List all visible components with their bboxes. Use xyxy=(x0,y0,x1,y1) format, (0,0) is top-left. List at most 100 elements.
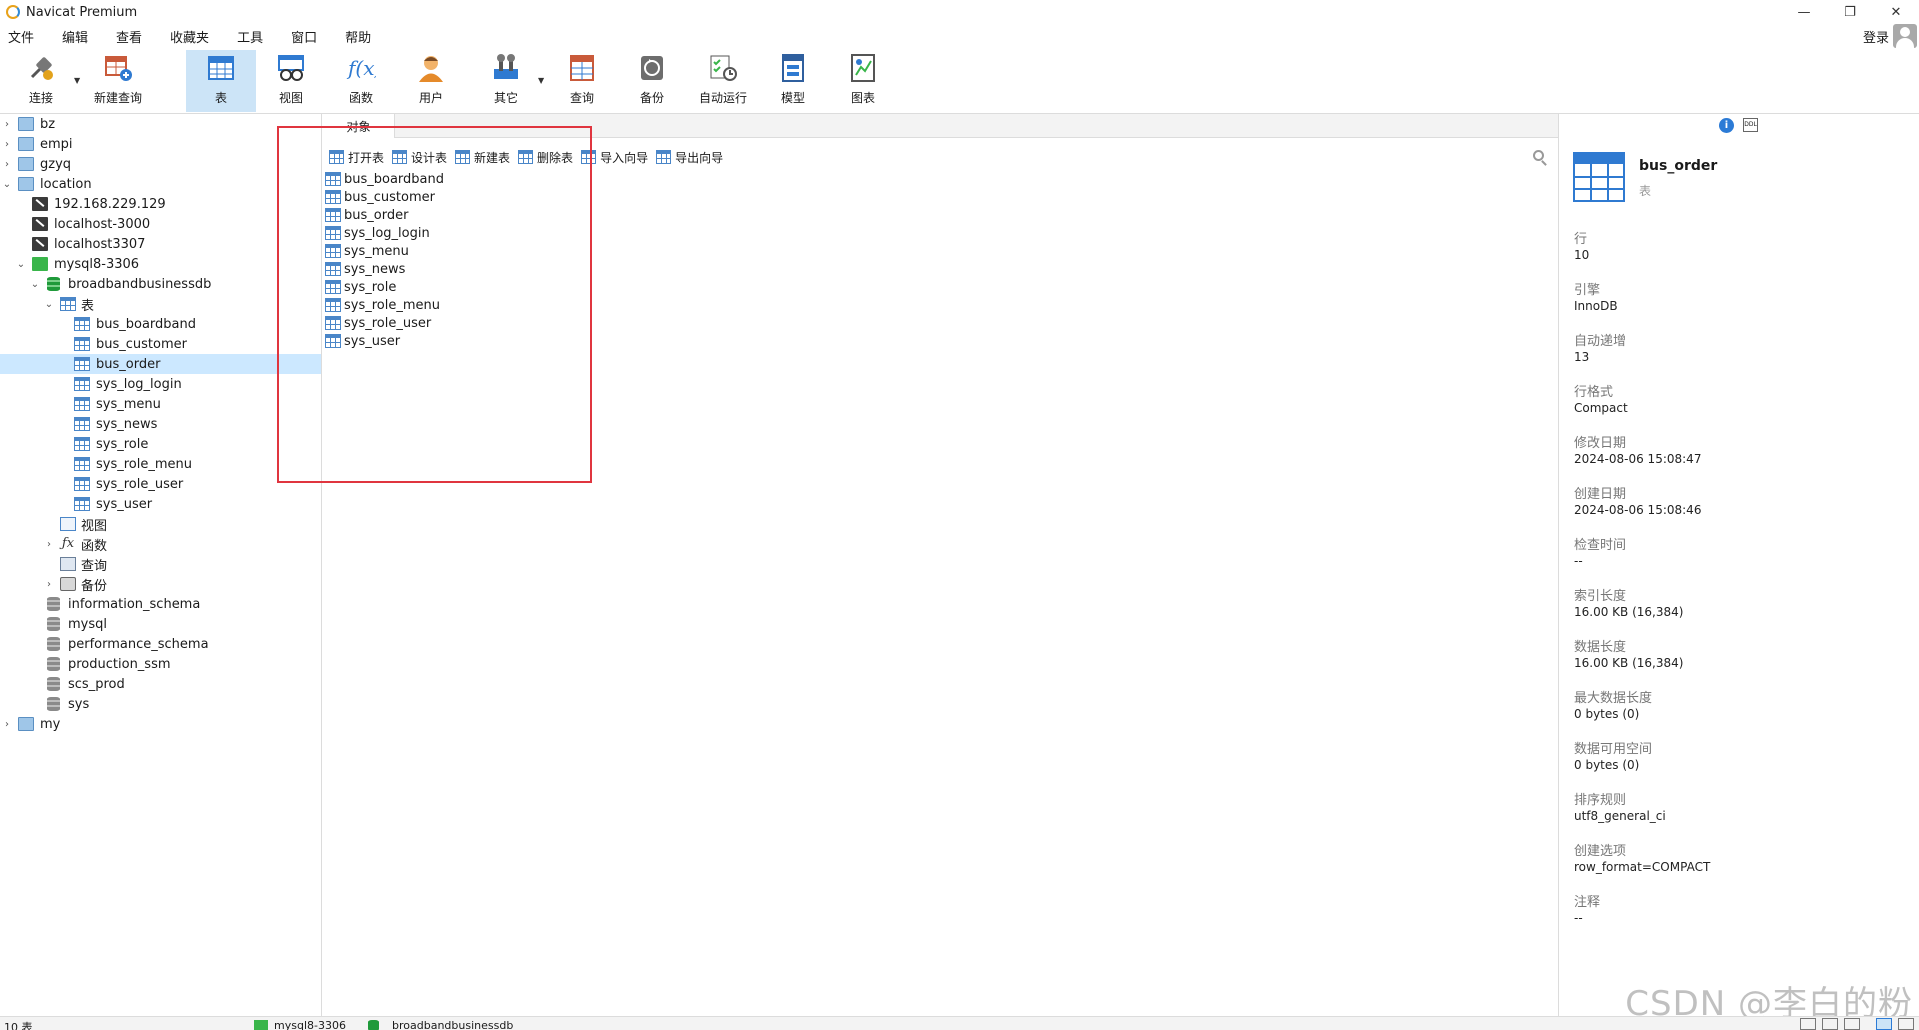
new-table-button[interactable]: 新建表 xyxy=(455,149,510,166)
tree-item-database[interactable]: information_schema xyxy=(0,594,321,614)
tree-item-connection[interactable]: localhost3307 xyxy=(0,234,321,254)
other-dropdown-icon[interactable]: ▼ xyxy=(538,76,544,85)
close-button[interactable]: ✕ xyxy=(1873,0,1919,24)
table-icon xyxy=(74,357,90,371)
tree-item-database[interactable]: sys xyxy=(0,694,321,714)
connection-status-icon xyxy=(254,1020,268,1030)
tree-table-item[interactable]: sys_role_menu xyxy=(0,454,321,474)
collapse-arrow-icon[interactable]: ⌄ xyxy=(2,179,12,190)
chart-button[interactable]: 图表 xyxy=(838,50,888,112)
menu-favorites[interactable]: 收藏夹 xyxy=(162,27,221,46)
restore-button[interactable]: ❐ xyxy=(1827,0,1873,24)
tree-table-item[interactable]: sys_menu xyxy=(0,394,321,414)
expand-arrow-icon[interactable]: › xyxy=(2,719,12,730)
tree-item-bz[interactable]: › bz xyxy=(0,114,321,134)
search-icon[interactable] xyxy=(1533,150,1544,161)
tree-item-mysql8[interactable]: ⌄ mysql8-3306 xyxy=(0,254,321,274)
object-table-item[interactable]: sys_role_user xyxy=(323,314,431,332)
tree-item-database[interactable]: ⌄ broadbandbusinessdb xyxy=(0,274,321,294)
tree-table-item-selected[interactable]: bus_order xyxy=(0,354,321,374)
object-table-item[interactable]: bus_customer xyxy=(323,188,435,206)
expand-arrow-icon[interactable]: › xyxy=(2,139,12,150)
tree-item-backups-group[interactable]: › 备份 xyxy=(0,574,321,594)
tree-item-database[interactable]: performance_schema xyxy=(0,634,321,654)
menu-edit[interactable]: 编辑 xyxy=(54,27,100,46)
expand-arrow-icon[interactable]: › xyxy=(2,119,12,130)
tree-table-item[interactable]: sys_role xyxy=(0,434,321,454)
query-button[interactable]: 查询 xyxy=(556,50,608,112)
tree-table-item[interactable]: sys_news xyxy=(0,414,321,434)
tree-item-database[interactable]: scs_prod xyxy=(0,674,321,694)
collapse-arrow-icon[interactable]: ⌄ xyxy=(30,279,40,290)
object-table-item[interactable]: sys_menu xyxy=(323,242,409,260)
model-button[interactable]: 模型 xyxy=(768,50,818,112)
object-table-item[interactable]: sys_role xyxy=(323,278,396,296)
open-table-button[interactable]: 打开表 xyxy=(329,149,384,166)
design-table-button[interactable]: 设计表 xyxy=(392,149,447,166)
er-view-icon[interactable] xyxy=(1844,1018,1860,1030)
menu-tools[interactable]: 工具 xyxy=(229,27,275,46)
tree-table-item[interactable]: bus_boardband xyxy=(0,314,321,334)
expand-arrow-icon[interactable]: › xyxy=(44,579,54,590)
collapse-arrow-icon[interactable]: ⌄ xyxy=(16,259,26,270)
connect-button[interactable]: 连接 xyxy=(18,50,64,112)
tree-item-views-group[interactable]: 视图 xyxy=(0,514,321,534)
connect-dropdown-icon[interactable]: ▼ xyxy=(74,76,80,85)
object-table-item[interactable]: bus_boardband xyxy=(323,170,444,188)
tree-item-queries-group[interactable]: 查询 xyxy=(0,554,321,574)
tree-item-tables-group[interactable]: ⌄ 表 xyxy=(0,294,321,314)
object-table-item[interactable]: sys_news xyxy=(323,260,405,278)
minimize-button[interactable]: — xyxy=(1781,0,1827,24)
info-pane-toggle-icon[interactable] xyxy=(1876,1018,1892,1030)
new-query-button[interactable]: 新建查询 xyxy=(88,50,148,112)
menu-help[interactable]: 帮助 xyxy=(337,27,383,46)
object-table-item[interactable]: sys_user xyxy=(323,332,400,350)
info-field-engine: 引擎 InnoDB xyxy=(1574,283,1618,313)
tree-item-connection[interactable]: 192.168.229.129 xyxy=(0,194,321,214)
menu-bar: 文件 编辑 查看 收藏夹 工具 窗口 帮助 xyxy=(0,24,1919,48)
delete-table-button[interactable]: 删除表 xyxy=(518,149,573,166)
preview-pane-toggle-icon[interactable] xyxy=(1898,1018,1914,1030)
list-view-icon[interactable] xyxy=(1800,1018,1816,1030)
import-wizard-button[interactable]: 导入向导 xyxy=(581,149,648,166)
expand-arrow-icon[interactable]: › xyxy=(44,539,54,550)
table-icon xyxy=(325,226,341,240)
export-wizard-button[interactable]: 导出向导 xyxy=(656,149,723,166)
detail-view-icon[interactable] xyxy=(1822,1018,1838,1030)
user-avatar-icon[interactable] xyxy=(1893,24,1917,48)
tree-item-database[interactable]: mysql xyxy=(0,614,321,634)
tree-item-my[interactable]: › my xyxy=(0,714,321,734)
tree-table-item[interactable]: sys_user xyxy=(0,494,321,514)
object-table-item[interactable]: sys_log_login xyxy=(323,224,430,242)
autorun-button[interactable]: 自动运行 xyxy=(692,50,754,112)
object-table-item[interactable]: sys_role_menu xyxy=(323,296,440,314)
view-button[interactable]: 视图 xyxy=(264,50,318,112)
info-icon[interactable]: i xyxy=(1719,118,1734,133)
collapse-arrow-icon[interactable]: ⌄ xyxy=(44,299,54,310)
tree-table-item[interactable]: sys_log_login xyxy=(0,374,321,394)
login-link[interactable]: 登录 xyxy=(1863,27,1889,46)
menu-window[interactable]: 窗口 xyxy=(283,27,329,46)
ddl-icon[interactable]: DDL xyxy=(1743,118,1758,132)
tree-table-item[interactable]: sys_role_user xyxy=(0,474,321,494)
tree-item-connection[interactable]: localhost-3000 xyxy=(0,214,321,234)
tree-item-empi[interactable]: › empi xyxy=(0,134,321,154)
user-button[interactable]: 用户 xyxy=(406,50,456,112)
backup-button[interactable]: 备份 xyxy=(626,50,678,112)
tree-item-location[interactable]: ⌄ location xyxy=(0,174,321,194)
tree-item-database[interactable]: production_ssm xyxy=(0,654,321,674)
expand-arrow-icon[interactable]: › xyxy=(2,159,12,170)
function-button[interactable]: f(x) 函数 xyxy=(336,50,386,112)
menu-view[interactable]: 查看 xyxy=(108,27,154,46)
navicat-logo-icon xyxy=(6,5,20,19)
tree-item-functions-group[interactable]: › ƒx 函数 xyxy=(0,534,321,554)
table-icon xyxy=(74,477,90,491)
tree-table-item[interactable]: bus_customer xyxy=(0,334,321,354)
tree-item-gzyq[interactable]: › gzyq xyxy=(0,154,321,174)
database-status-icon xyxy=(368,1020,379,1030)
other-button[interactable]: 其它 xyxy=(480,50,532,112)
object-table-item[interactable]: bus_order xyxy=(323,206,408,224)
menu-file[interactable]: 文件 xyxy=(0,27,46,46)
tab-objects[interactable]: 对象 xyxy=(323,114,395,138)
table-button[interactable]: 表 xyxy=(186,50,256,112)
